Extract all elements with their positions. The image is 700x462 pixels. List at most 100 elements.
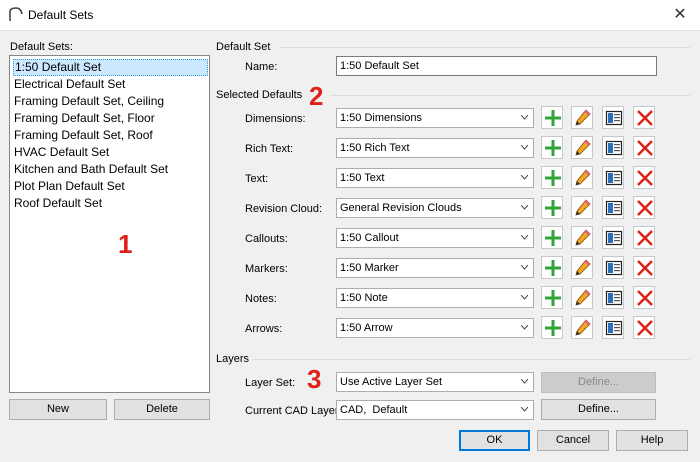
layer-set-value: Use Active Layer Set xyxy=(340,376,443,388)
delete-x-icon[interactable] xyxy=(633,166,655,189)
edit-pencil-icon[interactable] xyxy=(571,286,593,309)
cad-layer-define-button[interactable]: Define... xyxy=(541,399,656,420)
edit-pencil-icon[interactable] xyxy=(571,196,593,219)
edit-pencil-icon[interactable] xyxy=(571,136,593,159)
chevron-down-icon xyxy=(521,295,528,300)
selected-default-select[interactable]: 1:50 Rich Text xyxy=(336,138,534,158)
cad-layer-value: CAD, Default xyxy=(340,404,408,416)
name-label: Name: xyxy=(245,61,278,73)
edit-pencil-icon[interactable] xyxy=(571,316,593,339)
add-icon[interactable] xyxy=(541,106,563,129)
cancel-button[interactable]: Cancel xyxy=(537,430,609,451)
edit-pencil-icon[interactable] xyxy=(571,256,593,279)
chevron-down-icon xyxy=(521,145,528,150)
chevron-down-icon xyxy=(521,115,528,120)
default-sets-label: Default Sets: xyxy=(10,41,73,53)
add-icon[interactable] xyxy=(541,316,563,339)
selected-default-value: 1:50 Marker xyxy=(340,262,399,274)
edit-pencil-icon[interactable] xyxy=(571,226,593,249)
ok-button[interactable]: OK xyxy=(459,430,530,451)
selected-default-label: Revision Cloud: xyxy=(245,203,323,215)
delete-x-icon[interactable] xyxy=(633,286,655,309)
close-icon[interactable]: ✕ xyxy=(668,3,692,27)
chevron-down-icon xyxy=(521,205,528,210)
chevron-down-icon xyxy=(521,407,528,412)
chevron-down-icon xyxy=(521,379,528,384)
name-field[interactable] xyxy=(336,56,657,76)
selected-default-label: Dimensions: xyxy=(245,113,306,125)
add-icon[interactable] xyxy=(541,136,563,159)
cad-layer-select[interactable]: CAD, Default xyxy=(336,400,534,420)
add-icon[interactable] xyxy=(541,286,563,309)
list-item[interactable]: Framing Default Set, Roof xyxy=(13,127,208,144)
add-icon[interactable] xyxy=(541,226,563,249)
selected-default-select[interactable]: 1:50 Note xyxy=(336,288,534,308)
library-icon[interactable] xyxy=(602,196,624,219)
selected-default-select[interactable]: 1:50 Marker xyxy=(336,258,534,278)
annotation-marker-2: 2 xyxy=(309,81,324,111)
list-item[interactable]: 1:50 Default Set xyxy=(13,59,208,76)
selected-default-value: General Revision Clouds xyxy=(340,202,462,214)
library-icon[interactable] xyxy=(602,256,624,279)
list-item[interactable]: Kitchen and Bath Default Set xyxy=(13,161,208,178)
delete-button[interactable]: Delete xyxy=(114,399,210,420)
edit-pencil-icon[interactable] xyxy=(571,166,593,189)
group-divider xyxy=(280,47,690,48)
chevron-down-icon xyxy=(521,175,528,180)
help-button[interactable]: Help xyxy=(616,430,688,451)
group-divider xyxy=(330,95,690,96)
chevron-down-icon xyxy=(521,265,528,270)
list-item[interactable]: Roof Default Set xyxy=(13,195,208,212)
add-icon[interactable] xyxy=(541,256,563,279)
library-icon[interactable] xyxy=(602,226,624,249)
annotation-marker-3: 3 xyxy=(307,364,322,394)
list-item[interactable]: Electrical Default Set xyxy=(13,76,208,93)
delete-x-icon[interactable] xyxy=(633,106,655,129)
selected-default-label: Arrows: xyxy=(245,323,283,335)
selected-default-select[interactable]: 1:50 Callout xyxy=(336,228,534,248)
default-set-group-label: Default Set xyxy=(216,41,271,53)
current-cad-layer-label: Current CAD Layer: xyxy=(245,405,342,417)
selected-defaults-group-label: Selected Defaults xyxy=(216,89,303,101)
selected-default-value: 1:50 Dimensions xyxy=(340,112,422,124)
delete-x-icon[interactable] xyxy=(633,136,655,159)
layer-set-select[interactable]: Use Active Layer Set xyxy=(336,372,534,392)
library-icon[interactable] xyxy=(602,316,624,339)
list-item[interactable]: Framing Default Set, Floor xyxy=(13,110,208,127)
library-icon[interactable] xyxy=(602,106,624,129)
default-sets-list[interactable]: 1:50 Default Set Electrical Default Set … xyxy=(9,55,210,393)
list-item[interactable]: Plot Plan Default Set xyxy=(13,178,208,195)
selected-default-value: 1:50 Arrow xyxy=(340,322,393,334)
selected-default-select[interactable]: General Revision Clouds xyxy=(336,198,534,218)
library-icon[interactable] xyxy=(602,166,624,189)
title-bar: Default Sets ✕ xyxy=(0,0,700,31)
edit-pencil-icon[interactable] xyxy=(571,106,593,129)
delete-x-icon[interactable] xyxy=(633,196,655,219)
selected-default-label: Text: xyxy=(245,173,269,185)
selected-default-select[interactable]: 1:50 Text xyxy=(336,168,534,188)
chevron-down-icon xyxy=(521,235,528,240)
list-item[interactable]: HVAC Default Set xyxy=(13,144,208,161)
selected-default-value: 1:50 Rich Text xyxy=(340,142,410,154)
chevron-down-icon xyxy=(521,325,528,330)
delete-x-icon[interactable] xyxy=(633,316,655,339)
selected-default-select[interactable]: 1:50 Arrow xyxy=(336,318,534,338)
selected-default-value: 1:50 Callout xyxy=(340,232,399,244)
layer-set-define-button[interactable]: Define... xyxy=(541,372,656,393)
library-icon[interactable] xyxy=(602,286,624,309)
list-item[interactable]: Framing Default Set, Ceiling xyxy=(13,93,208,110)
add-icon[interactable] xyxy=(541,196,563,219)
selected-default-label: Markers: xyxy=(245,263,288,275)
selected-default-select[interactable]: 1:50 Dimensions xyxy=(336,108,534,128)
selected-default-value: 1:50 Note xyxy=(340,292,388,304)
delete-x-icon[interactable] xyxy=(633,256,655,279)
delete-x-icon[interactable] xyxy=(633,226,655,249)
selected-default-label: Notes: xyxy=(245,293,277,305)
annotation-marker-1: 1 xyxy=(118,229,133,259)
add-icon[interactable] xyxy=(541,166,563,189)
group-divider xyxy=(252,359,690,360)
selected-default-value: 1:50 Text xyxy=(340,172,385,184)
selected-default-label: Rich Text: xyxy=(245,143,294,155)
library-icon[interactable] xyxy=(602,136,624,159)
new-button[interactable]: New xyxy=(9,399,107,420)
